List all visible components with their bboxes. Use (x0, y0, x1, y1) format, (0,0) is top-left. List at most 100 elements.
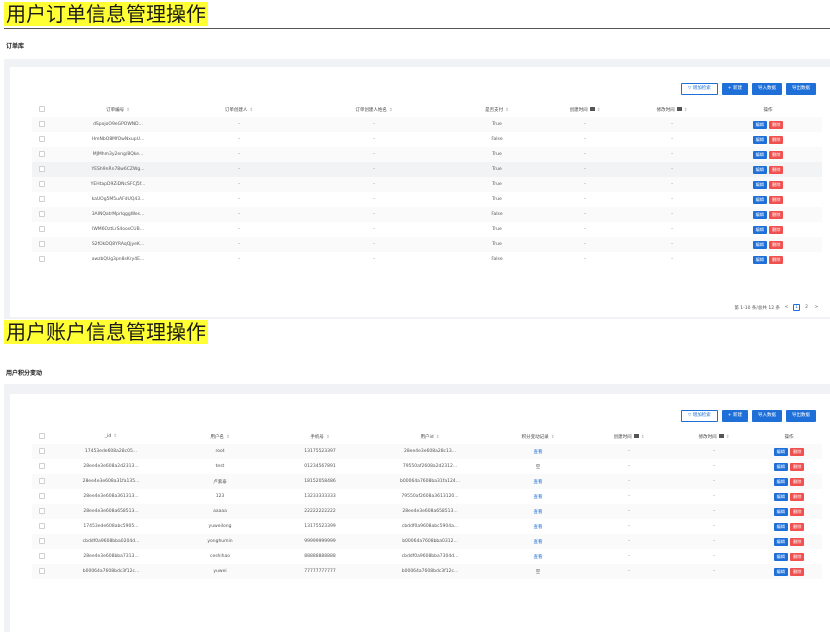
edit-button[interactable]: 编辑 (773, 477, 788, 486)
table-row[interactable]: 28ee4e3e608bba7313... ceshihao 88888888888… (32, 549, 822, 564)
row-checkbox[interactable] (39, 121, 45, 128)
delete-button[interactable]: 删除 (790, 567, 805, 576)
delete-button[interactable]: 删除 (790, 522, 805, 531)
edit-button[interactable]: 编辑 (752, 150, 767, 159)
delete-button[interactable]: 删除 (769, 135, 784, 144)
column-header[interactable]: _id ⇕ (52, 429, 170, 444)
sort-caret-icon[interactable]: ⇕ (551, 435, 555, 440)
table-row[interactable]: dSpojoO9eGPOWND... - - True - - 编辑 删除 (32, 117, 822, 132)
table-row[interactable]: S2fOkDQ8YRAqQjyeK... - - True - - 编辑 删除 (32, 237, 822, 252)
view-link[interactable]: 查看 (490, 519, 586, 534)
row-checkbox[interactable] (39, 181, 45, 188)
table-row[interactable]: 28ee4e3e608a31fa135... 卢紫泰 18152058486 b000… (32, 474, 822, 489)
column-header[interactable]: 手机号 ⇕ (270, 429, 370, 444)
delete-button[interactable]: 删除 (769, 195, 784, 204)
delete-button[interactable]: 删除 (790, 462, 805, 471)
table-row[interactable]: 17453ede608a28c05... root 13175523397 28ee4… (32, 444, 822, 459)
create-button[interactable]: + 新建 (721, 83, 748, 95)
row-checkbox[interactable] (39, 553, 45, 560)
edit-button[interactable]: 编辑 (752, 195, 767, 204)
delete-button[interactable]: 删除 (769, 240, 784, 249)
edit-button[interactable]: 编辑 (773, 537, 788, 546)
table-row[interactable]: YEHtapD9ZiDNcSFCJ5f... - - True - - 编辑 删除 (32, 177, 822, 192)
sort-caret-icon[interactable]: ⇕ (436, 435, 440, 440)
sort-caret-icon[interactable]: ⇕ (726, 435, 730, 440)
table-row[interactable]: b00064a7608bdc3f12c... yuwei 77777777777 b0… (32, 564, 822, 579)
row-checkbox[interactable] (39, 256, 45, 263)
delete-button[interactable]: 删除 (790, 477, 805, 486)
export-button[interactable]: 导出数据 (786, 83, 816, 95)
select-all-checkbox[interactable] (39, 106, 45, 113)
row-checkbox[interactable] (39, 478, 45, 485)
row-checkbox[interactable] (39, 463, 45, 470)
column-header[interactable]: 修改时间 ⇕ (672, 429, 756, 444)
edit-button[interactable]: 编辑 (773, 507, 788, 516)
row-checkbox[interactable] (39, 151, 45, 158)
delete-button[interactable]: 删除 (769, 120, 784, 129)
sort-caret-icon[interactable]: ⇕ (597, 108, 601, 113)
column-header[interactable]: 创建时间 ⇕ (540, 102, 630, 117)
column-header[interactable]: 是否支付 ⇕ (454, 102, 540, 117)
column-header[interactable]: 用户id ⇕ (370, 429, 490, 444)
delete-button[interactable]: 删除 (790, 537, 805, 546)
sort-caret-icon[interactable]: ⇕ (684, 108, 688, 113)
row-checkbox[interactable] (39, 493, 45, 500)
column-header[interactable]: 修改时间 ⇕ (630, 102, 714, 117)
row-checkbox[interactable] (39, 448, 45, 455)
delete-button[interactable]: 删除 (769, 180, 784, 189)
table-row[interactable]: 3AINQatrMprIqggWes... - - False - - 编辑 删除 (32, 207, 822, 222)
add-filter-button[interactable]: ▽ 增加检索 (680, 83, 718, 95)
delete-button[interactable]: 删除 (769, 210, 784, 219)
edit-button[interactable]: 编辑 (773, 567, 788, 576)
column-header[interactable]: 用户名 ⇕ (170, 429, 270, 444)
group-icon[interactable] (718, 434, 724, 438)
edit-button[interactable]: 编辑 (773, 447, 788, 456)
column-header[interactable]: 订单创建人 ⇕ (184, 102, 294, 117)
select-all-checkbox[interactable] (39, 433, 45, 440)
sort-caret-icon[interactable]: ⇕ (113, 434, 117, 439)
delete-button[interactable]: 删除 (769, 255, 784, 264)
delete-button[interactable]: 删除 (769, 150, 784, 159)
sort-caret-icon[interactable]: ⇕ (389, 108, 393, 113)
view-link[interactable]: 查看 (490, 534, 586, 549)
row-checkbox[interactable] (39, 226, 45, 233)
sort-caret-icon[interactable]: ⇕ (641, 435, 645, 440)
delete-button[interactable]: 删除 (790, 507, 805, 516)
column-header[interactable]: 创建时间 ⇕ (586, 429, 672, 444)
import-button[interactable]: 导入数据 (752, 410, 782, 422)
sort-caret-icon[interactable]: ⇕ (505, 108, 509, 113)
edit-button[interactable]: 编辑 (752, 255, 767, 264)
row-checkbox[interactable] (39, 523, 45, 530)
edit-button[interactable]: 编辑 (752, 225, 767, 234)
sort-caret-icon[interactable]: ⇕ (249, 108, 253, 113)
row-checkbox[interactable] (39, 166, 45, 173)
table-row[interactable]: cbddf0a9608bba0204d... yonghumin 999999999… (32, 534, 822, 549)
view-link[interactable]: 查看 (490, 489, 586, 504)
column-header[interactable]: 积分变动记录 ⇕ (490, 429, 586, 444)
table-row[interactable]: 17453ede608abc5905... yuweilong 1317552339… (32, 519, 822, 534)
create-button[interactable]: + 新建 (721, 410, 748, 422)
edit-button[interactable]: 编辑 (773, 462, 788, 471)
row-checkbox[interactable] (39, 196, 45, 203)
edit-button[interactable]: 编辑 (752, 240, 767, 249)
row-checkbox[interactable] (39, 568, 45, 575)
group-icon[interactable] (589, 107, 595, 111)
edit-button[interactable]: 编辑 (773, 492, 788, 501)
view-link[interactable]: 查看 (490, 474, 586, 489)
row-checkbox[interactable] (39, 508, 45, 515)
column-header[interactable]: 订单编号 ⇕ (52, 102, 184, 117)
row-checkbox[interactable] (39, 136, 45, 143)
row-checkbox[interactable] (39, 211, 45, 218)
table-row[interactable]: HmNbO8MfOwNxupU... - - False - - 编辑 删除 (32, 132, 822, 147)
edit-button[interactable]: 编辑 (752, 165, 767, 174)
view-link[interactable]: 查看 (490, 444, 586, 459)
table-row[interactable]: kaUOg5M5uAFdUQ43... - - True - - 编辑 删除 (32, 192, 822, 207)
row-checkbox[interactable] (39, 538, 45, 545)
row-checkbox[interactable] (39, 241, 45, 248)
table-row[interactable]: IWM6OztLrS4oosCUB... - - True - - 编辑 删除 (32, 222, 822, 237)
delete-button[interactable]: 删除 (790, 552, 805, 561)
table-row[interactable]: 28ee4e3e608a2d2313... test 01234567891 7955… (32, 459, 822, 474)
column-header[interactable]: 订单创建人姓名 ⇕ (294, 102, 454, 117)
sort-caret-icon[interactable]: ⇕ (226, 435, 230, 440)
edit-button[interactable]: 编辑 (752, 180, 767, 189)
